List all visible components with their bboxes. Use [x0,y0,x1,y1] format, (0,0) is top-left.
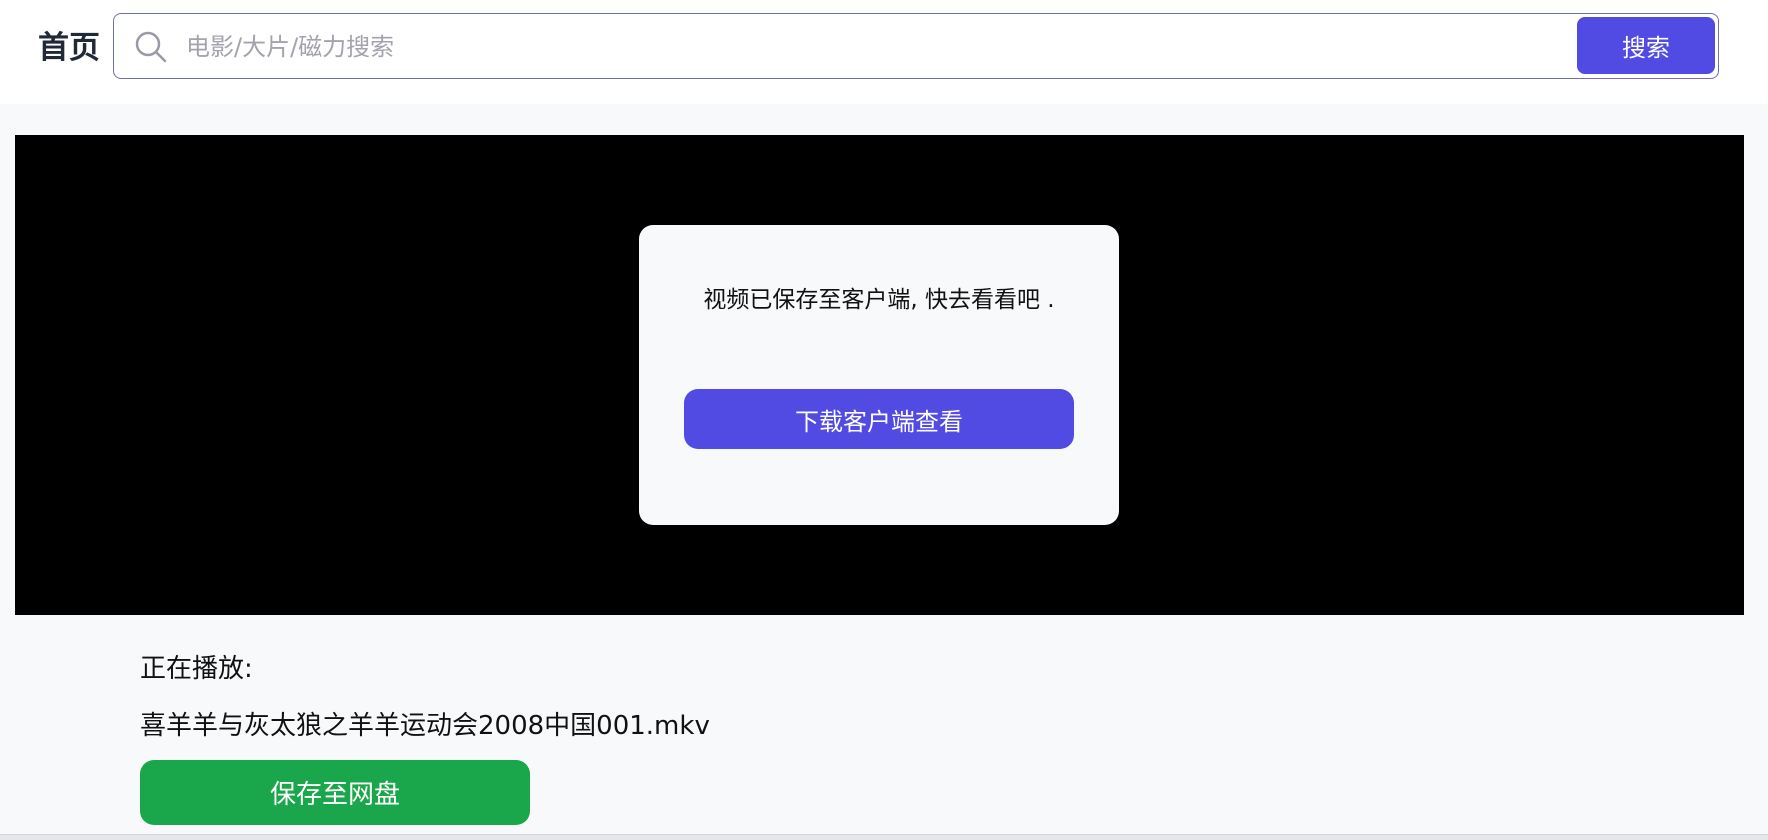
window-bottom-edge [0,834,1768,840]
search-input[interactable] [184,24,1508,70]
download-client-button[interactable]: 下载客户端查看 [684,389,1074,449]
video-player[interactable]: 视频已保存至客户端, 快去看看吧 . 下载客户端查看 [15,135,1744,615]
search-icon [135,31,167,63]
client-download-dialog: 视频已保存至客户端, 快去看看吧 . 下载客户端查看 [639,225,1119,525]
search-bar: 搜索 [113,13,1719,79]
now-playing-label: 正在播放: [140,654,253,684]
top-header: 首页 搜索 [0,0,1768,104]
dialog-message: 视频已保存至客户端, 快去看看吧 . [703,287,1055,313]
search-button[interactable]: 搜索 [1577,17,1715,74]
home-link[interactable]: 首页 [38,28,100,68]
save-to-cloud-button[interactable]: 保存至网盘 [140,760,530,825]
file-name: 喜羊羊与灰太狼之羊羊运动会2008中国001.mkv [140,711,710,741]
